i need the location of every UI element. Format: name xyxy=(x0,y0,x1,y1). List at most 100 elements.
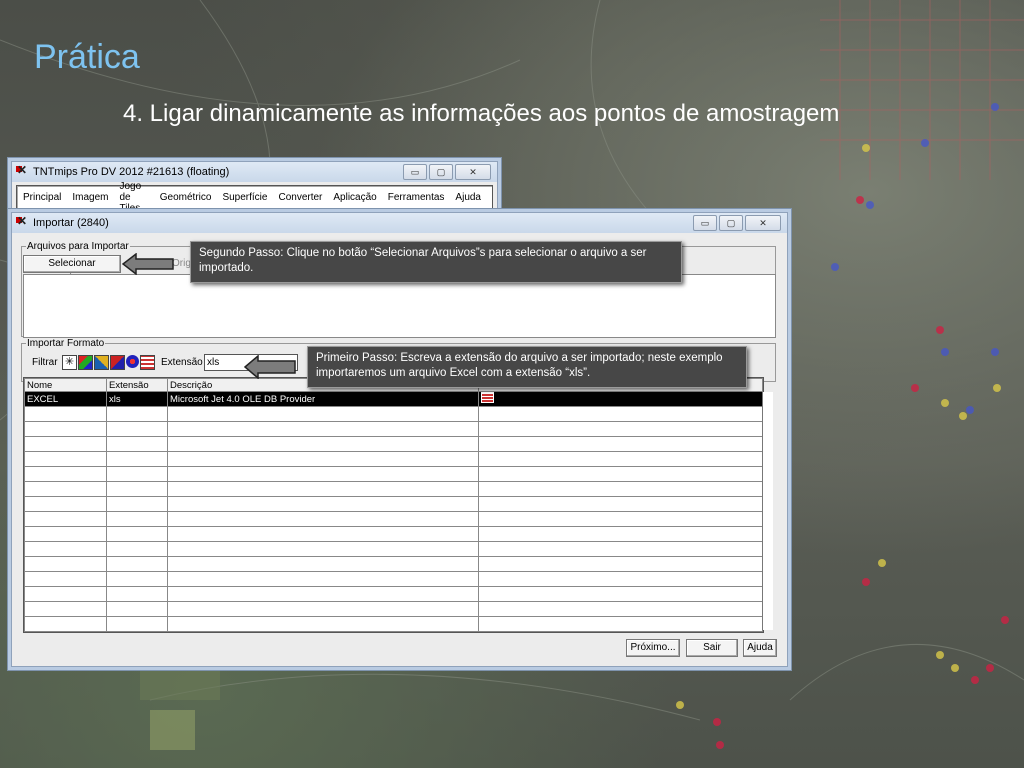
table-cell xyxy=(106,586,168,602)
select-files-button[interactable]: Selecionar Arquivos... xyxy=(23,255,121,284)
table-cell xyxy=(167,421,479,437)
table-row[interactable] xyxy=(24,436,763,452)
cad-filter-icon[interactable] xyxy=(94,355,109,370)
table-cell xyxy=(167,436,479,452)
table-cell xyxy=(478,571,763,587)
main-menubar: Principal Imagem Jogo de Tiles Geométric… xyxy=(16,181,493,214)
table-cell xyxy=(106,526,168,542)
table-cell xyxy=(478,451,763,467)
exit-button[interactable]: Sair xyxy=(686,639,738,657)
import-window-titlebar[interactable]: Importar (2840) ▭ ▢ ✕ xyxy=(12,213,787,233)
main-window-titlebar[interactable]: TNTmips Pro DV 2012 #21613 (floating) ▭ … xyxy=(12,162,497,182)
table-cell xyxy=(478,541,763,557)
tntmips-icon xyxy=(16,163,28,178)
table-cell xyxy=(106,451,168,467)
table-cell xyxy=(167,496,479,512)
format-group-legend: Importar Formato xyxy=(27,338,105,349)
minimize-button[interactable]: ▭ xyxy=(403,164,427,180)
table-cell xyxy=(24,481,107,497)
table-row[interactable] xyxy=(24,496,763,512)
main-window-title: TNTmips Pro DV 2012 #21613 (floating) xyxy=(33,166,230,178)
files-list[interactable] xyxy=(23,274,776,338)
menu-converter[interactable]: Converter xyxy=(278,192,322,203)
table-cell xyxy=(106,541,168,557)
table-cell xyxy=(106,436,168,452)
table-cell xyxy=(106,406,168,422)
vector-filter-icon[interactable]: ✳ xyxy=(62,355,77,370)
table-row[interactable] xyxy=(24,616,763,632)
menu-principal[interactable]: Principal xyxy=(23,192,61,203)
table-row[interactable] xyxy=(24,541,763,557)
table-cell xyxy=(478,616,763,632)
column-header-extensao[interactable]: Extensão xyxy=(106,378,168,392)
table-cell xyxy=(24,541,107,557)
table-row[interactable] xyxy=(24,571,763,587)
table-cell xyxy=(167,466,479,482)
table-cell xyxy=(167,586,479,602)
menu-imagem[interactable]: Imagem xyxy=(72,192,108,203)
table-cell xyxy=(167,601,479,617)
table-cell xyxy=(478,526,763,542)
step1-callout: Primeiro Passo: Escreva a extensão do ar… xyxy=(307,346,747,388)
table-cell xyxy=(106,481,168,497)
table-cell xyxy=(478,436,763,452)
table-cell xyxy=(106,466,168,482)
table-row[interactable] xyxy=(24,601,763,617)
close-button[interactable]: ✕ xyxy=(455,164,491,180)
filter-label: Filtrar xyxy=(32,357,58,368)
table-row[interactable] xyxy=(24,466,763,482)
table-cell xyxy=(24,421,107,437)
tin-filter-icon[interactable] xyxy=(110,355,125,370)
shape-filter-icon[interactable] xyxy=(126,355,139,368)
table-cell xyxy=(24,496,107,512)
minimize-button[interactable]: ▭ xyxy=(693,215,717,231)
table-cell xyxy=(167,571,479,587)
table-cell xyxy=(24,511,107,527)
maximize-button[interactable]: ▢ xyxy=(719,215,743,231)
help-button[interactable]: Ajuda xyxy=(743,639,777,657)
slide-subtitle: 4. Ligar dinamicamente as informações ao… xyxy=(123,100,840,127)
table-cell xyxy=(167,526,479,542)
table-cell xyxy=(167,481,479,497)
menu-aplicacao[interactable]: Aplicação xyxy=(333,192,376,203)
step1-arrow-icon xyxy=(244,355,296,379)
maximize-button[interactable]: ▢ xyxy=(429,164,453,180)
table-vertical-scrollbar[interactable] xyxy=(762,392,773,630)
raster-filter-icon[interactable] xyxy=(78,355,93,370)
table-row[interactable] xyxy=(24,451,763,467)
table-cell xyxy=(167,451,479,467)
table-row[interactable] xyxy=(24,556,763,572)
database-filter-icon[interactable] xyxy=(140,355,155,370)
menu-superficie[interactable]: Superfície xyxy=(222,192,267,203)
tntmips-icon xyxy=(16,214,28,229)
table-cell xyxy=(478,481,763,497)
table-row[interactable] xyxy=(24,481,763,497)
table-cell xyxy=(106,556,168,572)
table-cell xyxy=(478,556,763,572)
cell-extensao: xls xyxy=(106,391,168,407)
table-cell xyxy=(24,586,107,602)
table-row[interactable] xyxy=(24,406,763,422)
table-cell xyxy=(478,466,763,482)
close-button[interactable]: ✕ xyxy=(745,215,781,231)
table-row[interactable] xyxy=(24,511,763,527)
table-cell xyxy=(167,406,479,422)
main-window: TNTmips Pro DV 2012 #21613 (floating) ▭ … xyxy=(11,161,498,214)
table-row[interactable] xyxy=(24,526,763,542)
cell-nome: EXCEL xyxy=(24,391,107,407)
table-row[interactable]: EXCEL xls Microsoft Jet 4.0 OLE DB Provi… xyxy=(24,391,763,407)
orig-label: Orig xyxy=(172,258,191,269)
menu-jogo-de-tiles[interactable]: Jogo de Tiles xyxy=(119,181,148,214)
table-row[interactable] xyxy=(24,586,763,602)
column-header-nome[interactable]: Nome xyxy=(24,378,107,392)
next-button[interactable]: Próximo... xyxy=(626,639,680,657)
table-cell xyxy=(106,421,168,437)
files-group-legend: Arquivos para Importar xyxy=(27,241,129,252)
table-cell xyxy=(106,571,168,587)
menu-geometrico[interactable]: Geométrico xyxy=(160,192,212,203)
menu-ajuda[interactable]: Ajuda xyxy=(455,192,481,203)
table-row[interactable] xyxy=(24,421,763,437)
filter-icons: ✳ xyxy=(62,355,155,370)
table-cell xyxy=(24,406,107,422)
menu-ferramentas[interactable]: Ferramentas xyxy=(388,192,445,203)
